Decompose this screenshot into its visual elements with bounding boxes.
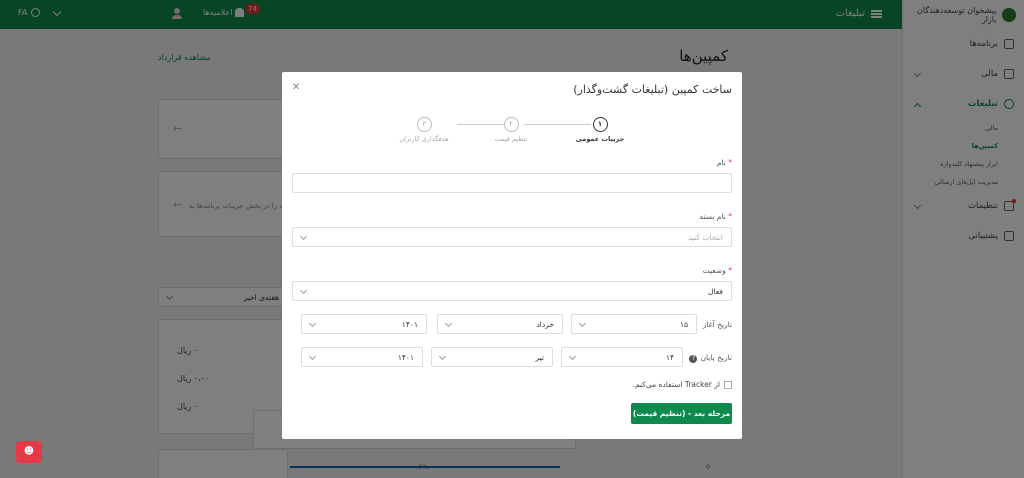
tracker-checkbox[interactable] [724, 380, 732, 389]
help-icon[interactable]: ? [689, 355, 698, 363]
end-year-value: ۱۴۰۱ [397, 353, 414, 362]
end-date-label: تاریخ پایان? [689, 353, 732, 363]
chevron-down-icon [444, 319, 453, 328]
chevron-down-icon [568, 352, 577, 361]
end-day-select[interactable]: ۱۴ [561, 347, 683, 367]
name-input[interactable] [292, 173, 732, 193]
stepper: ۱ جزییات عمومی ۲ تنظیم قیمت ۳ هدفگذاری ک… [282, 117, 742, 152]
end-month-select[interactable]: تیر [431, 347, 553, 367]
step-label: تنظیم قیمت [494, 135, 528, 143]
status-select[interactable]: فعال [292, 281, 732, 301]
step-number: ۳ [416, 117, 432, 132]
tracker-label: از Tracker استفاده می‌کنم. [632, 380, 720, 389]
close-icon[interactable]: ✕ [292, 82, 300, 93]
start-year-select[interactable]: ۱۴۰۱ [301, 314, 427, 334]
package-select[interactable]: انتخاب کنید [292, 227, 732, 247]
end-month-value: تیر [535, 353, 545, 362]
end-year-select[interactable]: ۱۴۰۱ [301, 347, 423, 367]
start-month-select[interactable]: خرداد [437, 314, 563, 334]
package-placeholder: انتخاب کنید [687, 233, 723, 242]
status-label: * وضعیت [702, 266, 732, 275]
step-number: ۱ [592, 117, 608, 132]
step-label: هدفگذاری کاربران [399, 135, 449, 143]
step-pricing: ۲ تنظیم قیمت [466, 117, 556, 143]
step-number: ۲ [503, 117, 519, 132]
start-year-value: ۱۴۰۱ [401, 320, 418, 329]
step-targeting: ۳ هدفگذاری کاربران [379, 117, 469, 143]
start-month-value: خرداد [536, 320, 554, 329]
modal-title: ساخت کمپین (تبلیغات گشت‌وگذار) [573, 83, 732, 96]
chevron-down-icon [578, 319, 587, 328]
next-step-button[interactable]: مرحله بعد - (تنظیم قیمت) [631, 403, 732, 424]
smile-icon: ☻ [23, 446, 35, 457]
chevron-down-icon [438, 352, 447, 361]
step-general: ۱ جزییات عمومی [555, 117, 645, 143]
chat-widget-button[interactable]: ☻ [16, 441, 42, 463]
chevron-down-icon [299, 232, 308, 241]
name-label: * نام [716, 158, 732, 167]
start-date-label: تاریخ آغاز [702, 320, 732, 329]
status-value: فعال [708, 287, 723, 296]
end-day-value: ۱۴ [665, 353, 674, 362]
tracker-option[interactable]: از Tracker استفاده می‌کنم. [633, 380, 732, 389]
create-campaign-modal: ساخت کمپین (تبلیغات گشت‌وگذار) ✕ ۱ جزییا… [282, 72, 742, 439]
start-day-value: ۱۵ [679, 320, 688, 329]
step-label: جزییات عمومی [575, 135, 625, 143]
chevron-down-icon [308, 319, 317, 328]
package-label: * نام بسته [699, 212, 732, 221]
chevron-down-icon [299, 286, 308, 295]
chevron-down-icon [308, 352, 317, 361]
start-day-select[interactable]: ۱۵ [571, 314, 697, 334]
